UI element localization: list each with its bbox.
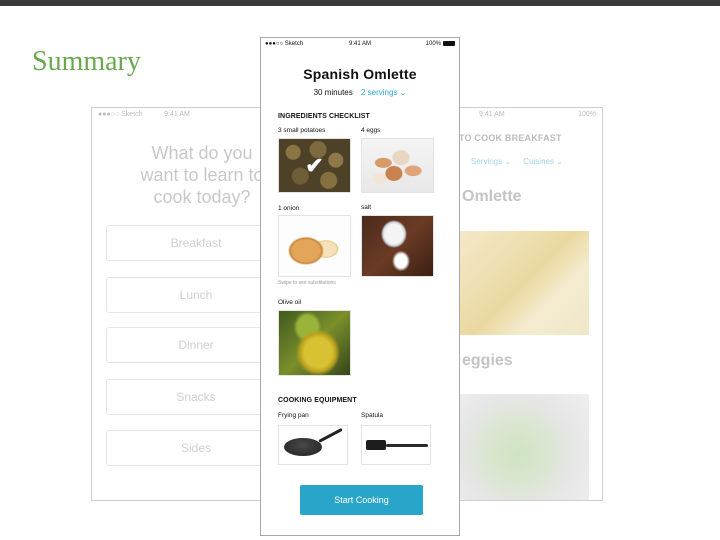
equipment-label: Spatula bbox=[361, 412, 384, 419]
meal-button-breakfast[interactable]: Breakfast bbox=[106, 225, 262, 261]
eggs-image[interactable] bbox=[361, 138, 434, 193]
ingredients-section-title: INGREDIENTS CHECKLIST bbox=[278, 113, 370, 120]
spatula-image[interactable] bbox=[361, 425, 431, 465]
recipe-card-title[interactable]: Omlette bbox=[462, 188, 522, 206]
pan-handle bbox=[318, 427, 343, 443]
equipment-label: Frying pan bbox=[278, 412, 309, 419]
battery-indicator: 100% bbox=[426, 41, 455, 47]
phone-mockup-recipe-list: 9:41 AM 100% TO COOK BREAKFAST Servings … bbox=[452, 107, 603, 501]
spatula-head bbox=[366, 440, 386, 450]
omelette-image[interactable] bbox=[459, 231, 589, 335]
filter-bar: Servings ⌄ Cuisines ⌄ bbox=[471, 157, 573, 166]
meal-button-lunch[interactable]: Lunch bbox=[106, 277, 262, 313]
status-bar: ●●●○○ Sketch 9:41 AM 100% bbox=[261, 38, 459, 52]
olive-oil-image[interactable] bbox=[278, 310, 351, 376]
cuisines-filter[interactable]: Cuisines ⌄ bbox=[523, 157, 563, 166]
battery-label: 100% bbox=[578, 111, 596, 118]
ingredient-label: 1 onion bbox=[278, 205, 300, 212]
recipe-meta: 30 minutes 2 servings ⌄ bbox=[261, 88, 459, 97]
status-bar: 9:41 AM 100% bbox=[453, 108, 602, 122]
swipe-hint: Swipe to see substitutions bbox=[278, 280, 336, 286]
salt-image[interactable] bbox=[361, 215, 434, 277]
meal-button-dinner[interactable]: Dinner bbox=[106, 327, 262, 363]
ingredient-label: 3 small potatoes bbox=[278, 127, 326, 134]
recipe-title: Spanish Omlette bbox=[303, 66, 417, 82]
battery-label: 100% bbox=[425, 41, 441, 48]
cook-question-heading: What do you want to learn to cook today? bbox=[140, 143, 263, 207]
servings-filter[interactable]: Servings ⌄ bbox=[471, 157, 511, 166]
meal-button-sides[interactable]: Sides bbox=[106, 430, 262, 466]
ingredient-label: Olive oil bbox=[278, 299, 302, 306]
meal-button-snacks[interactable]: Snacks bbox=[106, 379, 262, 415]
start-cooking-button[interactable]: Start Cooking bbox=[300, 485, 423, 515]
slide-top-bar bbox=[0, 0, 720, 6]
phone-mockup-meal-select: ●●●○○ Sketch 9:41 AM What do you want to… bbox=[91, 107, 263, 501]
status-time: 9:41 AM bbox=[164, 111, 190, 118]
equipment-section-title: COOKING EQUIPMENT bbox=[278, 397, 357, 404]
check-icon: ✔ bbox=[305, 152, 324, 178]
spatula-handle bbox=[386, 444, 428, 447]
recipe-card-title[interactable]: eggies bbox=[462, 352, 513, 370]
cook-time: 30 minutes bbox=[313, 88, 353, 97]
status-time: 9:41 AM bbox=[479, 111, 505, 118]
onion-image[interactable] bbox=[278, 215, 351, 277]
veggies-image[interactable] bbox=[459, 394, 589, 500]
servings-dropdown[interactable]: 2 servings ⌄ bbox=[361, 88, 406, 97]
phone-mockup-recipe-detail: ●●●○○ Sketch 9:41 AM 100% Spanish Omlett… bbox=[260, 37, 460, 536]
status-bar: ●●●○○ Sketch 9:41 AM bbox=[92, 108, 262, 122]
slide-title: Summary bbox=[32, 46, 141, 77]
recipe-list-title: TO COOK BREAKFAST bbox=[459, 133, 562, 143]
potatoes-image[interactable]: ✔ bbox=[278, 138, 351, 193]
battery-icon bbox=[443, 41, 455, 46]
frying-pan-image[interactable] bbox=[278, 425, 348, 465]
pan-body bbox=[284, 438, 322, 456]
ingredient-label: salt bbox=[361, 204, 372, 211]
ingredient-label: 4 eggs bbox=[361, 127, 381, 134]
